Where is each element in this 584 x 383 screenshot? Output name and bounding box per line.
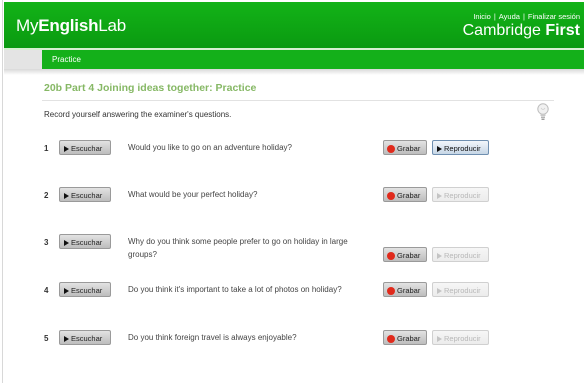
play-triangle-icon — [437, 252, 442, 259]
link-separator: | — [493, 12, 496, 21]
reproducir-label: Reproducir — [444, 334, 481, 343]
question-text: Do you think it's important to take a lo… — [128, 285, 342, 294]
tab-practice[interactable]: Practice — [42, 50, 584, 69]
brand-part-lab: Lab — [98, 16, 127, 35]
link-finalizar-sesion[interactable]: Finalizar sesión — [528, 12, 580, 21]
reproducir-button: Reproducir — [432, 247, 489, 262]
activity-instructions: Record yourself answering the examiner's… — [44, 110, 232, 119]
grabar-button[interactable]: Grabar — [383, 247, 427, 262]
nav-bar: Practice — [4, 50, 584, 69]
escuchar-button[interactable]: Escuchar — [59, 187, 111, 202]
reproducir-label: Reproducir — [444, 286, 481, 295]
escuchar-button[interactable]: Escuchar — [59, 282, 111, 297]
grabar-button[interactable]: Grabar — [383, 140, 427, 155]
grabar-label: Grabar — [397, 286, 421, 295]
reproducir-label: Reproducir — [444, 144, 481, 153]
reproducir-button: Reproducir — [432, 187, 489, 202]
grabar-label: Grabar — [397, 144, 421, 153]
record-dot-icon — [387, 251, 395, 260]
play-triangle-icon — [64, 335, 69, 342]
grabar-button[interactable]: Grabar — [383, 282, 427, 297]
play-triangle-icon — [64, 239, 69, 246]
question-text: Do you think foreign travel is always en… — [128, 333, 297, 342]
activity-title: 20b Part 4 Joining ideas together: Pract… — [44, 82, 257, 94]
grabar-button[interactable]: Grabar — [383, 330, 427, 345]
question-row: 2 Escuchar What would be your perfect ho… — [0, 187, 584, 227]
escuchar-label: Escuchar — [71, 334, 103, 343]
brand-logo[interactable]: MyEnglishLab — [16, 16, 126, 36]
question-text: Would you like to go on an adventure hol… — [128, 143, 292, 152]
play-triangle-icon — [437, 145, 442, 152]
link-ayuda[interactable]: Ayuda — [499, 12, 520, 21]
question-number: 3 — [44, 238, 49, 247]
top-links: Inicio | Ayuda | Finalizar sesión — [473, 12, 580, 21]
record-dot-icon — [387, 286, 395, 295]
escuchar-button[interactable]: Escuchar — [59, 234, 111, 249]
app-header: MyEnglishLab Inicio | Ayuda | Finalizar sesi… — [4, 2, 584, 48]
reproducir-button[interactable]: Reproducir — [432, 140, 489, 155]
question-text: What would be your perfect holiday? — [128, 190, 258, 199]
record-dot-icon — [387, 334, 395, 343]
link-separator: | — [522, 12, 525, 21]
record-dot-icon — [387, 144, 395, 153]
play-triangle-icon — [437, 192, 442, 199]
question-number: 2 — [44, 191, 49, 200]
product-name-cambridge: Cambridge — [462, 22, 546, 39]
nav-shadow — [4, 69, 584, 75]
question-number: 1 — [44, 144, 49, 153]
escuchar-label: Escuchar — [71, 144, 103, 153]
play-triangle-icon — [64, 192, 69, 199]
question-number: 4 — [44, 286, 49, 295]
question-row: 5 Escuchar Do you think foreign travel i… — [0, 330, 584, 370]
question-row: 3 Escuchar Why do you think some people … — [0, 234, 584, 274]
reproducir-label: Reproducir — [444, 251, 481, 260]
record-dot-icon — [387, 191, 395, 200]
product-name: Cambridge First — [463, 22, 580, 40]
escuchar-button[interactable]: Escuchar — [59, 330, 111, 345]
question-number: 5 — [44, 334, 49, 343]
link-inicio[interactable]: Inicio — [473, 12, 491, 21]
grabar-label: Grabar — [397, 334, 421, 343]
play-triangle-icon — [64, 145, 69, 152]
grabar-button[interactable]: Grabar — [383, 187, 427, 202]
play-triangle-icon — [437, 287, 442, 294]
brand-part-english: English — [38, 16, 99, 35]
escuchar-label: Escuchar — [71, 238, 103, 247]
question-row: 1 Escuchar Would you like to go on an ad… — [0, 140, 584, 180]
grabar-label: Grabar — [397, 191, 421, 200]
play-triangle-icon — [64, 287, 69, 294]
reproducir-button: Reproducir — [432, 330, 489, 345]
escuchar-label: Escuchar — [71, 191, 103, 200]
escuchar-button[interactable]: Escuchar — [59, 140, 111, 155]
product-name-first: First — [545, 22, 580, 39]
grabar-label: Grabar — [397, 251, 421, 260]
question-text: Why do you think some people prefer to g… — [128, 237, 348, 259]
question-row: 4 Escuchar Do you think it's important t… — [0, 282, 584, 322]
reproducir-label: Reproducir — [444, 191, 481, 200]
reproducir-button: Reproducir — [432, 282, 489, 297]
brand-part-my: My — [16, 16, 39, 35]
escuchar-label: Escuchar — [71, 286, 103, 295]
play-triangle-icon — [437, 335, 442, 342]
lightbulb-icon[interactable] — [536, 102, 550, 122]
title-divider — [42, 100, 554, 101]
